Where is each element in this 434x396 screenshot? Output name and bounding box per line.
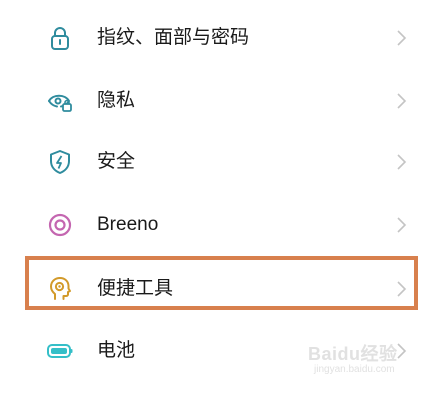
lock-icon (51, 27, 69, 50)
settings-item-label: Breeno (97, 214, 159, 235)
battery-icon (47, 344, 73, 358)
settings-item-breeno[interactable]: Breeno (0, 197, 434, 253)
chevron-right-icon (397, 93, 407, 109)
security-shield-icon (50, 150, 70, 174)
settings-item-label: 电池 (97, 340, 136, 361)
watermark-url: jingyan.baidu.com (314, 364, 395, 375)
chevron-right-icon (397, 30, 407, 46)
breeno-icon (48, 213, 72, 237)
chevron-right-icon (397, 154, 407, 170)
settings-item-security[interactable]: 安全 (0, 134, 434, 190)
chevron-right-icon (397, 217, 407, 233)
highlight-box (25, 256, 418, 310)
privacy-eye-icon (48, 94, 72, 112)
settings-item-label: 隐私 (97, 90, 136, 111)
settings-item-privacy[interactable]: 隐私 (0, 73, 434, 129)
baidu-jingyan-watermark: Baidu经验 jingyan.baidu.com (296, 340, 414, 382)
settings-item-label: 安全 (97, 151, 136, 172)
settings-item-label: 指纹、面部与密码 (97, 27, 250, 48)
watermark-brand: Baidu经验 (308, 344, 398, 364)
settings-item-fingerprint-face-password[interactable]: 指纹、面部与密码 (0, 10, 434, 66)
